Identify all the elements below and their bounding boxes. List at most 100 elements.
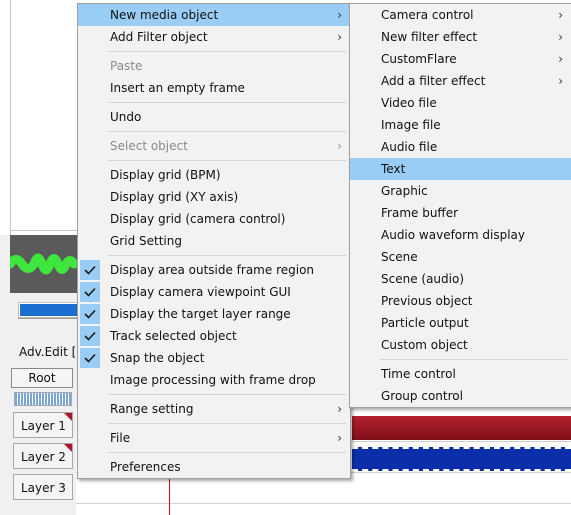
menu-item-new-media-object[interactable]: New media object › [78, 4, 350, 26]
chevron-right-icon: › [337, 8, 342, 22]
menu-item-graphic[interactable]: Graphic [350, 180, 571, 202]
chevron-right-icon: › [558, 30, 563, 44]
menu-item-label: Undo [110, 110, 142, 124]
menu-item-label: Frame buffer [381, 206, 459, 220]
menu-item-display-the-target-layer-range[interactable]: Display the target layer range [78, 303, 350, 325]
adv-edit-label: Adv.Edit [0 [19, 345, 84, 359]
menu-item-frame-buffer[interactable]: Frame buffer [350, 202, 571, 224]
menu-item-text[interactable]: Text [350, 158, 571, 180]
menu-item-add-filter-object[interactable]: Add Filter object › [78, 26, 350, 48]
menu-item-label: Group control [381, 389, 463, 403]
check-icon [80, 260, 100, 280]
layer-zoom-bar[interactable] [14, 392, 72, 406]
menu-item-image-processing-with-frame-drop[interactable]: Image processing with frame drop [78, 369, 350, 391]
menu-item-label: Scene (audio) [381, 272, 465, 286]
timeline-scrollbar-thumb[interactable] [20, 304, 84, 316]
menu-item-video-file[interactable]: Video file [350, 92, 571, 114]
layer-2-label: Layer 2 [21, 450, 66, 464]
menu-item-custom-object[interactable]: Custom object [350, 334, 571, 356]
menu-separator [108, 423, 346, 424]
menu-item-label: Display grid (camera control) [110, 212, 286, 226]
menu-item-undo[interactable]: Undo [78, 106, 350, 128]
menu-item-add-a-filter-effect[interactable]: Add a filter effect › [350, 70, 571, 92]
menu-item-display-grid-bpm[interactable]: Display grid (BPM) [78, 164, 350, 186]
layer-2-button[interactable]: Layer 2 [13, 443, 73, 469]
menu-item-label: Display area outside frame region [110, 263, 315, 277]
chevron-right-icon: › [337, 139, 342, 153]
menu-item-label: Previous object [381, 294, 473, 308]
menu-item-display-area-outside-frame-region[interactable]: Display area outside frame region [78, 259, 350, 281]
chevron-right-icon: › [558, 8, 563, 22]
chevron-right-icon: › [558, 74, 563, 88]
check-icon [80, 348, 100, 368]
layer-marker-icon [64, 444, 72, 452]
menu-item-grid-setting[interactable]: Grid Setting [78, 230, 350, 252]
menu-item-display-grid-xy-axis[interactable]: Display grid (XY axis) [78, 186, 350, 208]
menu-item-label: New media object [110, 8, 219, 22]
menu-item-label: Video file [381, 96, 437, 110]
menu-item-group-control[interactable]: Group control [350, 385, 571, 407]
menu-item-display-camera-viewpoint-gui[interactable]: Display camera viewpoint GUI [78, 281, 350, 303]
menu-item-scene-audio[interactable]: Scene (audio) [350, 268, 571, 290]
menu-item-new-filter-effect[interactable]: New filter effect › [350, 26, 571, 48]
menu-item-label: Paste [110, 59, 143, 73]
menu-separator [108, 160, 346, 161]
menu-item-particle-output[interactable]: Particle output [350, 312, 571, 334]
menu-separator [108, 452, 346, 453]
menu-item-audio-waveform-display[interactable]: Audio waveform display [350, 224, 571, 246]
layer-3-label: Layer 3 [21, 481, 66, 495]
menu-separator [108, 131, 346, 132]
menu-item-label: Text [381, 162, 406, 176]
chevron-right-icon: › [337, 30, 342, 44]
menu-separator [108, 394, 346, 395]
check-icon [80, 282, 100, 302]
menu-item-label: Camera control [381, 8, 474, 22]
root-button[interactable]: Root [11, 368, 73, 388]
menu-item-snap-the-object[interactable]: Snap the object [78, 347, 350, 369]
menu-item-label: Preferences [110, 460, 181, 474]
menu-item-range-setting[interactable]: Range setting › [78, 398, 350, 420]
menu-item-label: Track selected object [110, 329, 237, 343]
menu-item-display-grid-camera-control[interactable]: Display grid (camera control) [78, 208, 350, 230]
timeline-clip-red[interactable] [352, 416, 571, 440]
preview-border [10, 0, 11, 235]
menu-item-label: Select object [110, 139, 188, 153]
menu-item-label: Display grid (XY axis) [110, 190, 239, 204]
layer-1-button[interactable]: Layer 1 [13, 412, 73, 438]
menu-separator [108, 255, 346, 256]
check-icon [80, 326, 100, 346]
menu-item-label: Snap the object [110, 351, 205, 365]
menu-item-customflare[interactable]: CustomFlare › [350, 48, 571, 70]
menu-item-label: Display the target layer range [110, 307, 291, 321]
timeline-clip-blue-selected[interactable] [352, 447, 571, 471]
layer-1-label: Layer 1 [21, 419, 66, 433]
menu-item-file[interactable]: File › [78, 427, 350, 449]
new-media-object-submenu: Camera control › New filter effect › CustomF… [349, 3, 571, 408]
menu-item-label: File [110, 431, 131, 445]
menu-item-label: Time control [381, 367, 456, 381]
menu-item-label: Custom object [381, 338, 468, 352]
layer-marker-icon [64, 413, 72, 421]
menu-item-label: Particle output [381, 316, 469, 330]
menu-item-image-file[interactable]: Image file [350, 114, 571, 136]
menu-item-previous-object[interactable]: Previous object [350, 290, 571, 312]
playhead-line[interactable] [169, 478, 170, 515]
menu-item-label: Add Filter object [110, 30, 208, 44]
menu-item-label: Range setting [110, 402, 194, 416]
menu-item-track-selected-object[interactable]: Track selected object [78, 325, 350, 347]
menu-item-label: New filter effect [381, 30, 478, 44]
menu-item-audio-file[interactable]: Audio file [350, 136, 571, 158]
menu-item-label: Audio file [381, 140, 438, 154]
menu-item-paste: Paste [78, 55, 350, 77]
menu-item-camera-control[interactable]: Camera control › [350, 4, 571, 26]
menu-item-scene[interactable]: Scene [350, 246, 571, 268]
menu-item-time-control[interactable]: Time control [350, 363, 571, 385]
menu-item-label: Image processing with frame drop [110, 373, 316, 387]
menu-item-label: Insert an empty frame [110, 81, 245, 95]
menu-item-preferences[interactable]: Preferences [78, 456, 350, 478]
menu-item-insert-an-empty-frame[interactable]: Insert an empty frame [78, 77, 350, 99]
menu-item-label: Scene [381, 250, 418, 264]
track-divider [76, 503, 571, 504]
menu-item-label: Display camera viewpoint GUI [110, 285, 291, 299]
layer-3-button[interactable]: Layer 3 [13, 474, 73, 500]
